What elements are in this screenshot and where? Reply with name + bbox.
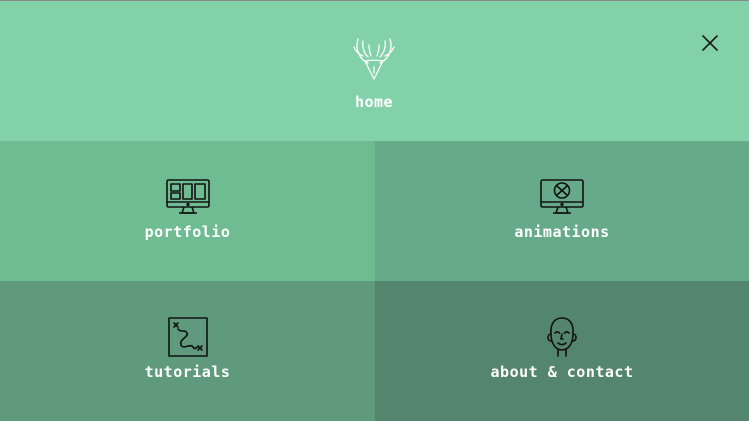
- tile-label-tutorials: tutorials: [144, 363, 231, 381]
- home-link[interactable]: home: [324, 31, 424, 121]
- nav-tile-portfolio[interactable]: portfolio: [0, 141, 375, 281]
- menu-header: home: [0, 1, 749, 141]
- nav-tile-about-contact[interactable]: about & contact: [375, 281, 749, 421]
- antler-logo-icon: [353, 38, 395, 80]
- tile-label-animations: animations: [514, 223, 610, 241]
- monitor-target-icon: [540, 179, 584, 214]
- monitor-grid-icon: [165, 179, 210, 214]
- nav-tile-animations[interactable]: animations: [375, 141, 749, 281]
- nav-tile-tutorials[interactable]: tutorials: [0, 281, 375, 421]
- home-label: home: [354, 93, 394, 111]
- face-icon: [547, 317, 577, 357]
- tile-label-portfolio: portfolio: [144, 223, 231, 241]
- treasure-map-icon: [167, 317, 208, 357]
- menu-overlay: home portfolio animations tutorials abou…: [0, 0, 749, 421]
- close-icon[interactable]: [697, 30, 723, 56]
- tile-label-about-contact: about & contact: [490, 363, 634, 381]
